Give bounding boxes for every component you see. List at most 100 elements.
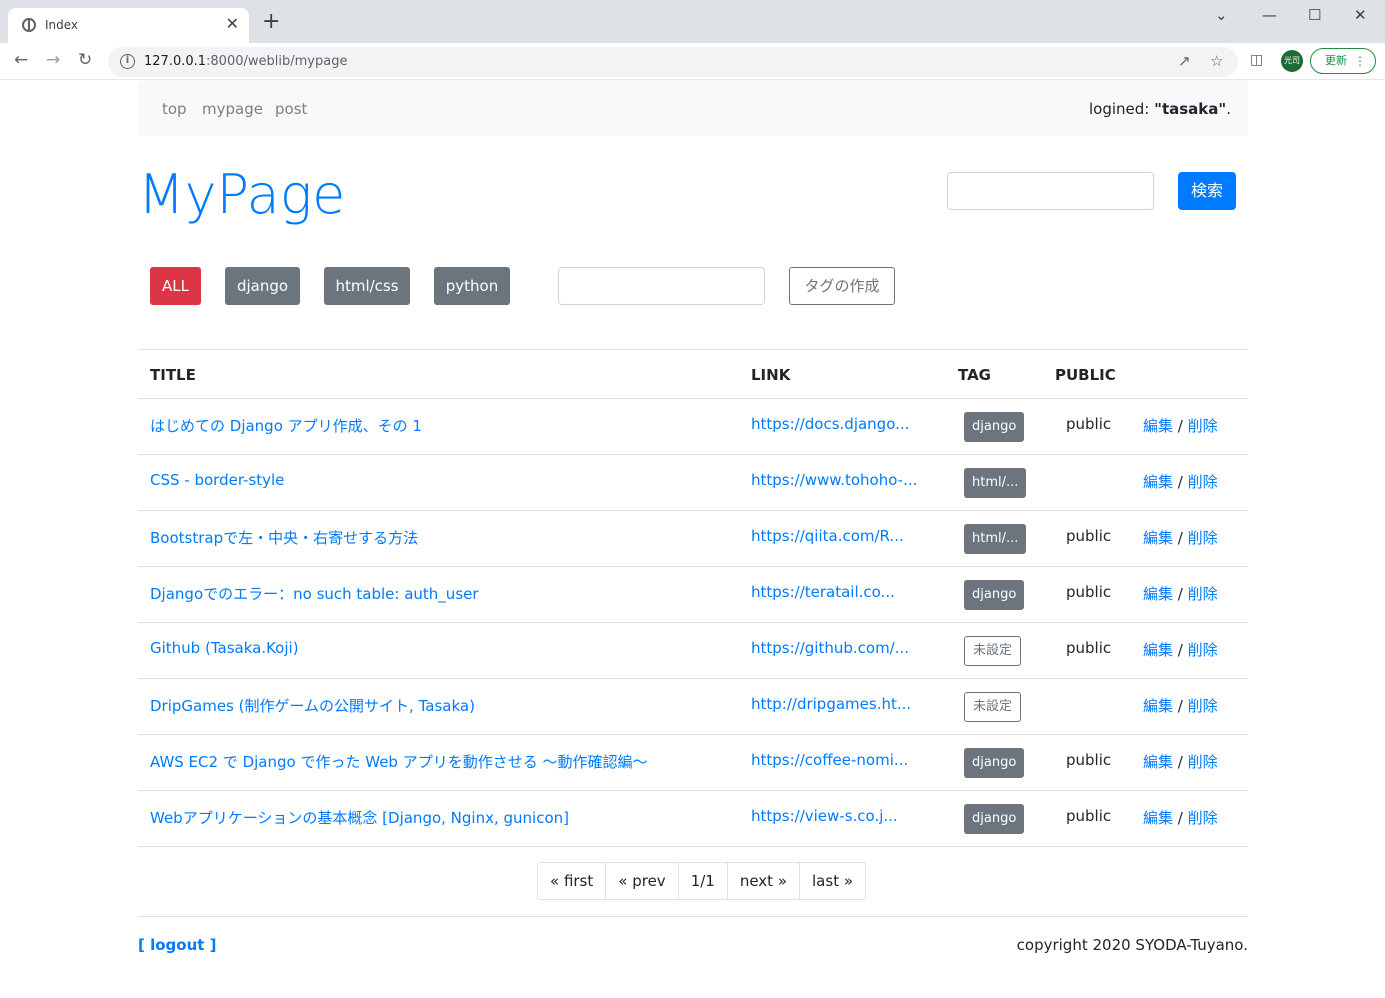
action-separator: / bbox=[1173, 809, 1188, 827]
search-input[interactable] bbox=[947, 172, 1154, 210]
row-url-link[interactable]: https://teratail.co... bbox=[751, 583, 895, 601]
row-tag-badge: django bbox=[964, 804, 1025, 834]
tag-filter-django[interactable]: django bbox=[225, 267, 300, 305]
edit-link[interactable]: 編集 bbox=[1143, 697, 1173, 715]
tag-filter-all[interactable]: ALL bbox=[150, 267, 201, 305]
window-close-button[interactable]: ✕ bbox=[1354, 6, 1367, 24]
page-next[interactable]: next » bbox=[728, 863, 801, 899]
row-url-link[interactable]: https://view-s.co.j... bbox=[751, 807, 898, 825]
new-tab-button[interactable]: + bbox=[262, 11, 280, 33]
row-actions: 編集 / 削除 bbox=[1143, 527, 1218, 548]
minimize-button[interactable]: — bbox=[1262, 6, 1277, 24]
row-title-link[interactable]: Webアプリケーションの基本概念 [Django, Nginx, gunicon… bbox=[150, 807, 569, 828]
delete-link[interactable]: 削除 bbox=[1188, 753, 1218, 771]
row-url-link[interactable]: http://dripgames.ht... bbox=[751, 695, 911, 713]
tab-search-icon[interactable]: ⌄ bbox=[1215, 6, 1228, 24]
forward-arrow-icon[interactable]: → bbox=[46, 50, 60, 70]
table-header: TITLE LINK TAG PUBLIC bbox=[138, 350, 1248, 399]
row-title-link[interactable]: AWS EC2 で Django で作った Web アプリを動作させる 〜動作確… bbox=[150, 751, 648, 772]
close-tab-icon[interactable]: ✕ bbox=[226, 15, 239, 33]
row-title-link[interactable]: DripGames (制作ゲームの公開サイト, Tasaka) bbox=[150, 695, 475, 716]
nav-link-top[interactable]: top bbox=[162, 100, 187, 118]
row-url-link[interactable]: https://github.com/... bbox=[751, 639, 909, 657]
tag-filter-python[interactable]: python bbox=[434, 267, 510, 305]
row-actions: 編集 / 削除 bbox=[1143, 639, 1218, 660]
globe-icon bbox=[22, 18, 36, 32]
edit-link[interactable]: 編集 bbox=[1143, 585, 1173, 603]
side-panel-icon[interactable]: ◫ bbox=[1250, 52, 1263, 68]
edit-link[interactable]: 編集 bbox=[1143, 473, 1173, 491]
page-last[interactable]: last » bbox=[800, 863, 865, 899]
delete-link[interactable]: 削除 bbox=[1188, 697, 1218, 715]
action-separator: / bbox=[1173, 417, 1188, 435]
row-title-link[interactable]: はじめての Django アプリ作成、その 1 bbox=[150, 415, 422, 436]
nav-link-post[interactable]: post bbox=[275, 100, 307, 118]
page-current: 1/1 bbox=[679, 863, 728, 899]
row-title-link[interactable]: Djangoでのエラー：no such table: auth_user bbox=[150, 583, 479, 604]
row-title-link[interactable]: Github (Tasaka.Koji) bbox=[150, 639, 299, 657]
header-link: LINK bbox=[751, 366, 791, 384]
page-first[interactable]: « first bbox=[538, 863, 607, 899]
row-actions: 編集 / 削除 bbox=[1143, 695, 1218, 716]
table-row: はじめての Django アプリ作成、その 1 https://docs.djan… bbox=[138, 399, 1248, 455]
new-tag-input[interactable] bbox=[558, 267, 765, 305]
bookmark-table: TITLE LINK TAG PUBLIC はじめての Django アプリ作成… bbox=[138, 349, 1248, 847]
row-tag-badge: html/... bbox=[964, 524, 1027, 554]
maximize-button[interactable]: ☐ bbox=[1308, 6, 1321, 24]
browser-tab[interactable]: Index ✕ bbox=[8, 8, 249, 43]
row-tag-badge: django bbox=[964, 412, 1025, 442]
create-tag-button[interactable]: タグの作成 bbox=[789, 267, 895, 305]
reload-icon[interactable]: ↻ bbox=[78, 50, 92, 70]
update-button[interactable]: 更新 ⋮ bbox=[1310, 48, 1376, 74]
row-public-status: public bbox=[1066, 807, 1112, 825]
back-arrow-icon[interactable]: ← bbox=[14, 50, 28, 70]
delete-link[interactable]: 削除 bbox=[1188, 473, 1218, 491]
bookmark-star-icon[interactable]: ☆ bbox=[1210, 52, 1223, 70]
table-row: Github (Tasaka.Koji) https://github.com/.… bbox=[138, 623, 1248, 679]
row-tag-badge: 未設定 bbox=[964, 636, 1022, 666]
nav-link-mypage[interactable]: mypage bbox=[202, 100, 263, 118]
table-row: CSS - border-style https://www.tohoho-...… bbox=[138, 455, 1248, 511]
row-title-link[interactable]: CSS - border-style bbox=[150, 471, 284, 489]
header-public: PUBLIC bbox=[1055, 366, 1116, 384]
login-status: logined: "tasaka". bbox=[1089, 100, 1231, 118]
more-menu-icon[interactable]: ⋮ bbox=[1354, 49, 1366, 73]
edit-link[interactable]: 編集 bbox=[1143, 641, 1173, 659]
share-icon[interactable]: ↗ bbox=[1178, 52, 1191, 70]
header-tag: TAG bbox=[958, 366, 991, 384]
table-row: Bootstrapで左・中央・右寄せする方法 https://qiita.com/… bbox=[138, 511, 1248, 567]
profile-avatar[interactable]: 光司 bbox=[1281, 50, 1303, 72]
row-url-link[interactable]: https://www.tohoho-... bbox=[751, 471, 917, 489]
row-url-link[interactable]: https://qiita.com/R... bbox=[751, 527, 904, 545]
edit-link[interactable]: 編集 bbox=[1143, 809, 1173, 827]
page-prev[interactable]: « prev bbox=[606, 863, 679, 899]
delete-link[interactable]: 削除 bbox=[1188, 529, 1218, 547]
edit-link[interactable]: 編集 bbox=[1143, 753, 1173, 771]
table-row: Djangoでのエラー：no such table: auth_user http… bbox=[138, 567, 1248, 623]
header-title: TITLE bbox=[150, 366, 196, 384]
edit-link[interactable]: 編集 bbox=[1143, 529, 1173, 547]
row-title-link[interactable]: Bootstrapで左・中央・右寄せする方法 bbox=[150, 527, 418, 548]
url-text: 127.0.0.1:8000/weblib/mypage bbox=[144, 54, 348, 69]
logout-link[interactable]: [ logout ] bbox=[138, 936, 217, 954]
table-row: AWS EC2 で Django で作った Web アプリを動作させる 〜動作確… bbox=[138, 735, 1248, 791]
row-public-status: public bbox=[1066, 639, 1112, 657]
action-separator: / bbox=[1173, 585, 1188, 603]
row-actions: 編集 / 削除 bbox=[1143, 807, 1218, 828]
address-bar[interactable]: i 127.0.0.1:8000/weblib/mypage ↗ ☆ bbox=[108, 47, 1238, 77]
action-separator: / bbox=[1173, 473, 1188, 491]
site-info-icon[interactable]: i bbox=[120, 54, 135, 69]
delete-link[interactable]: 削除 bbox=[1188, 809, 1218, 827]
row-url-link[interactable]: https://docs.django... bbox=[751, 415, 909, 433]
edit-link[interactable]: 編集 bbox=[1143, 417, 1173, 435]
delete-link[interactable]: 削除 bbox=[1188, 417, 1218, 435]
delete-link[interactable]: 削除 bbox=[1188, 585, 1218, 603]
tag-filter-htmlcss[interactable]: html/css bbox=[324, 267, 410, 305]
action-separator: / bbox=[1173, 697, 1188, 715]
row-tag-badge: 未設定 bbox=[964, 692, 1022, 722]
search-button[interactable]: 検索 bbox=[1178, 172, 1236, 210]
delete-link[interactable]: 削除 bbox=[1188, 641, 1218, 659]
row-url-link[interactable]: https://coffee-nomi... bbox=[751, 751, 908, 769]
site-navbar: top mypage post logined: "tasaka". bbox=[138, 81, 1248, 136]
row-public-status: public bbox=[1066, 527, 1112, 545]
